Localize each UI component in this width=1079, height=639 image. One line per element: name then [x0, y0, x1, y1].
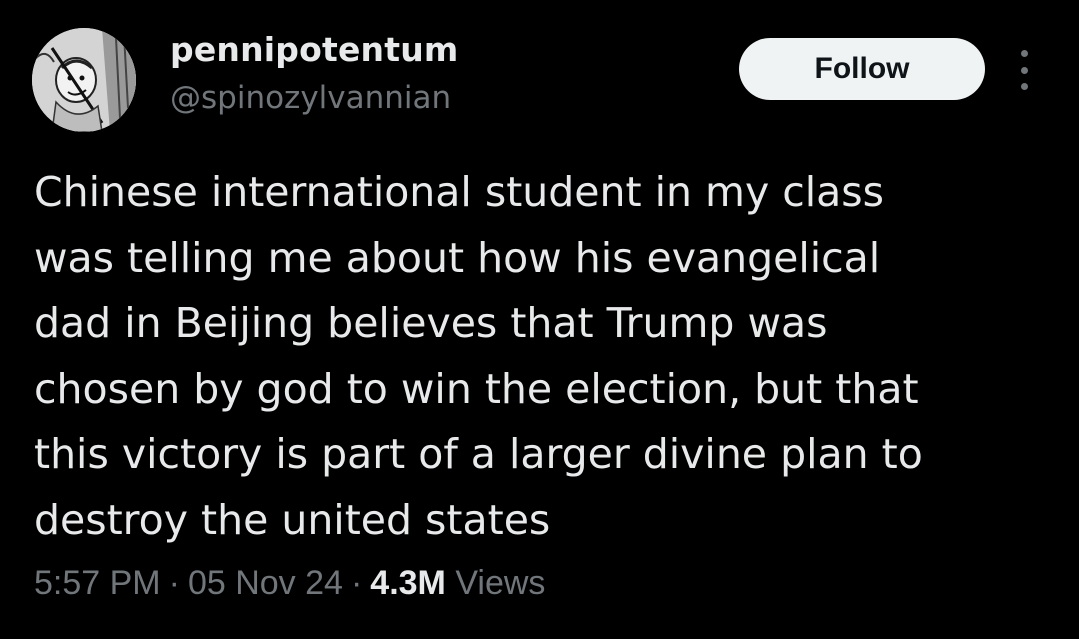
author-avatar[interactable] [32, 28, 136, 132]
author-display-name[interactable]: pennipotentum [170, 30, 459, 69]
views-count[interactable]: 4.3M [370, 564, 446, 602]
more-dot [1020, 83, 1028, 90]
tweet-text: Chinese international student in my clas… [34, 168, 923, 544]
tweet-meta: 5:57 PM · 05 Nov 24 · 4.3M Views [34, 564, 545, 603]
follow-button[interactable]: Follow [739, 38, 985, 100]
more-dot [1020, 50, 1028, 57]
avatar-sketch-icon [32, 28, 136, 132]
views-label: Views [455, 564, 546, 602]
meta-separator: · [350, 564, 363, 602]
tweet-date[interactable]: 05 Nov 24 [188, 564, 343, 602]
tweet-card: pennipotentum @spinozylvannian Follow Ch… [0, 0, 1079, 639]
more-vertical-icon[interactable] [1012, 50, 1036, 90]
author-handle[interactable]: @spinozylvannian [170, 80, 451, 116]
tweet-time[interactable]: 5:57 PM [34, 564, 161, 602]
more-dot [1020, 66, 1028, 74]
meta-separator: · [168, 564, 180, 602]
